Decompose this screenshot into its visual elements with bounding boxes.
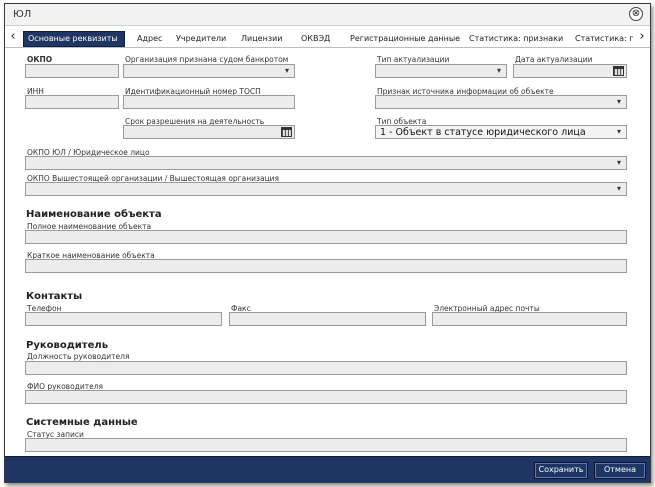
actualization-date-label: Дата актуализации	[515, 55, 593, 64]
tab-licenses[interactable]: Лицензии	[237, 31, 286, 47]
section-system-data: Системные данные	[26, 417, 138, 428]
okpo-input[interactable]	[25, 64, 119, 78]
tab-okved[interactable]: ОКВЭД	[297, 31, 334, 47]
chevron-down-icon: ▾	[616, 184, 621, 193]
head-name-input[interactable]	[25, 390, 627, 404]
section-object-name: Наименование объекта	[26, 209, 162, 220]
object-type-select[interactable]: 1 - Объект в статусе юридического лица ▾	[375, 125, 627, 139]
footer-bar: Сохранить Отмена	[5, 456, 650, 482]
full-name-input[interactable]	[25, 230, 627, 244]
chevron-down-icon: ▾	[616, 97, 621, 106]
email-input[interactable]	[432, 312, 627, 326]
tab-registration-data[interactable]: Регистрационные данные	[346, 31, 464, 47]
bankrupt-label: Организация признана судом банкротом	[125, 55, 289, 64]
actualization-type-label: Тип актуализации	[377, 55, 450, 64]
chevron-down-icon: ▾	[284, 66, 289, 75]
tab-scroll-left-icon[interactable]: ‹	[7, 30, 19, 46]
tab-statistics-signs[interactable]: Статистика: признаки	[465, 31, 567, 47]
chevron-down-icon: ▾	[616, 127, 621, 136]
cancel-button[interactable]: Отмена	[594, 462, 646, 479]
source-sign-select[interactable]: ▾	[375, 95, 627, 109]
object-type-value: 1 - Объект в статусе юридического лица	[380, 127, 586, 138]
tab-founders[interactable]: Учредители	[172, 31, 230, 47]
window-title: ЮЛ	[13, 9, 32, 20]
tosp-input[interactable]	[123, 95, 295, 109]
save-button[interactable]: Сохранить	[534, 462, 588, 479]
bankrupt-select[interactable]: ▾	[123, 64, 295, 78]
record-status-input[interactable]	[25, 438, 627, 452]
title-bar: ЮЛ ⊗	[5, 4, 650, 26]
tab-bar: ‹ Основные реквизиты Адрес Учредители Ли…	[5, 28, 650, 48]
calendar-icon[interactable]	[613, 66, 624, 76]
calendar-icon[interactable]	[281, 127, 292, 137]
tab-address[interactable]: Адрес	[133, 31, 166, 47]
tab-scroll-right-icon[interactable]: ›	[636, 30, 648, 46]
okpo-parent-select[interactable]: ▾	[25, 182, 627, 196]
chevron-down-icon: ▾	[616, 158, 621, 167]
actualization-type-select[interactable]: ▾	[375, 64, 507, 78]
section-head: Руководитель	[26, 340, 109, 351]
activity-period-input[interactable]	[123, 125, 295, 139]
chevron-down-icon: ▾	[496, 66, 501, 75]
actualization-date-input[interactable]	[513, 64, 627, 78]
short-name-input[interactable]	[25, 259, 627, 273]
okpo-legal-select[interactable]: ▾	[25, 156, 627, 170]
section-contacts: Контакты	[26, 291, 83, 302]
dialog-window: ЮЛ ⊗ ‹ Основные реквизиты Адрес Учредите…	[4, 3, 651, 483]
inn-input[interactable]	[25, 95, 119, 109]
head-position-input[interactable]	[25, 361, 627, 375]
phone-input[interactable]	[25, 312, 222, 326]
tab-statistics-more[interactable]: Статистика: п	[571, 31, 633, 47]
okpo-label: ОКПО	[27, 55, 53, 64]
close-icon[interactable]: ⊗	[629, 7, 643, 21]
tab-main-details[interactable]: Основные реквизиты	[23, 31, 125, 47]
head-position-label: Должность руководителя	[27, 352, 130, 361]
fax-input[interactable]	[229, 312, 426, 326]
